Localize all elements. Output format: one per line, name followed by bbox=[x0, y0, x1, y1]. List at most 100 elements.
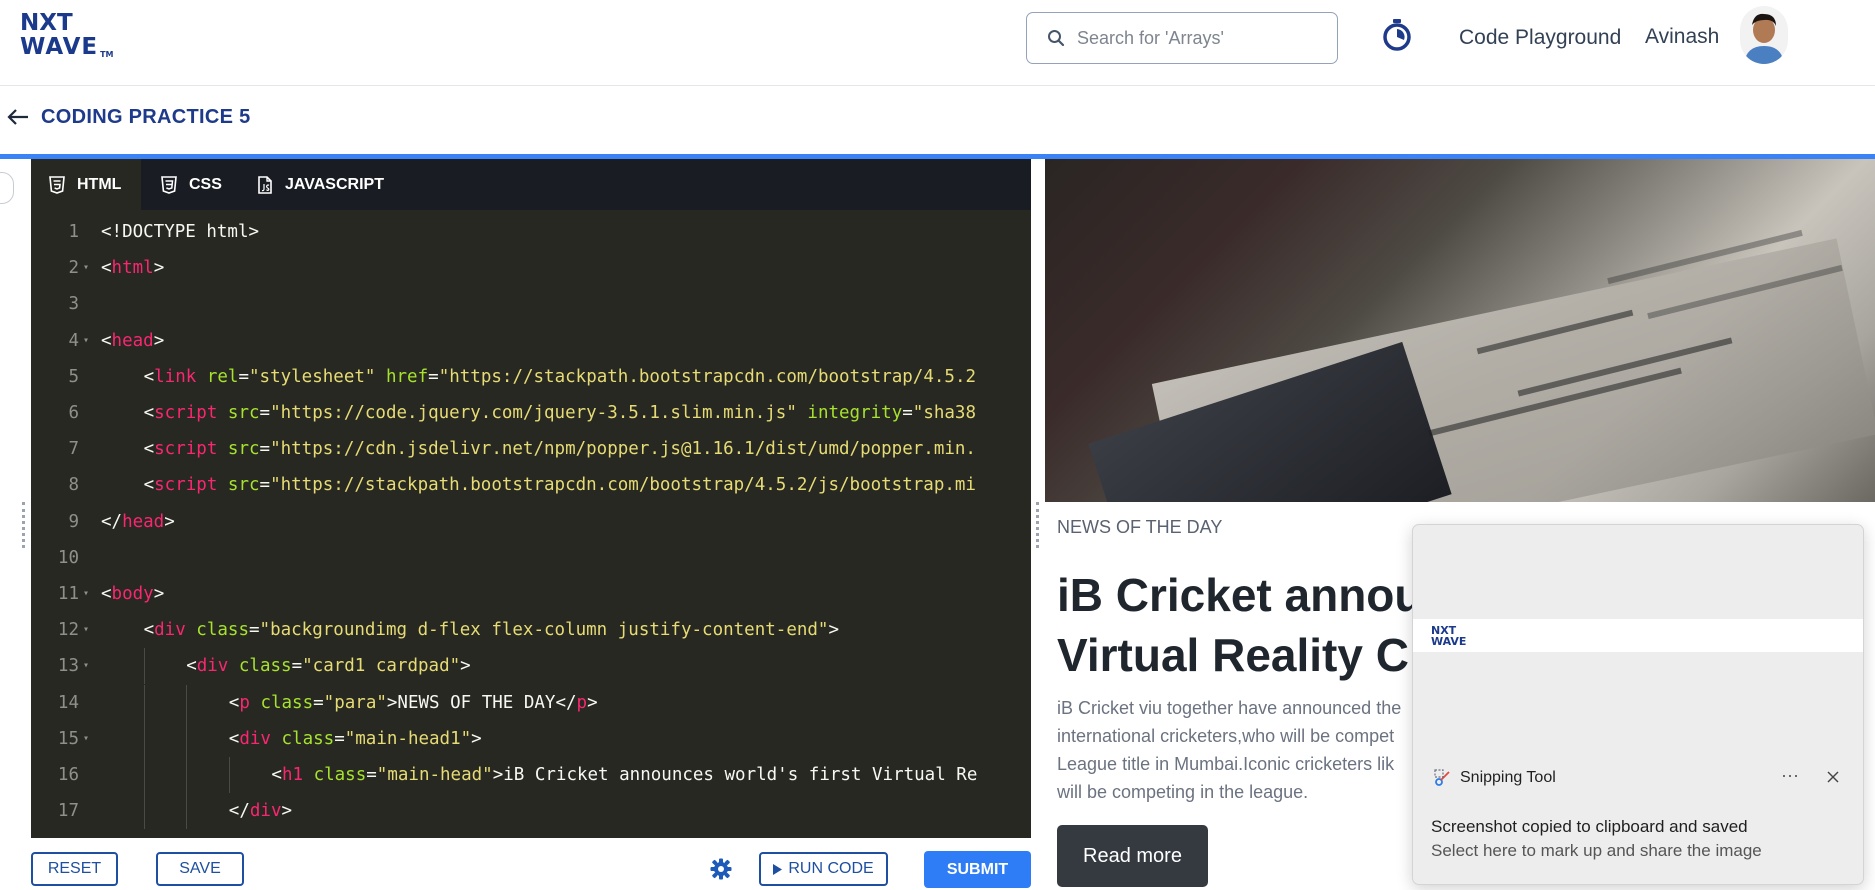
line-number: 5 bbox=[68, 366, 79, 387]
avatar-image bbox=[1740, 6, 1788, 64]
code-text: <link rel="stylesheet" href="https://sta… bbox=[143, 366, 977, 387]
submit-button[interactable]: SUBMIT bbox=[924, 851, 1031, 888]
code-line[interactable]: 4 ▾ <head> bbox=[31, 323, 1031, 359]
code-text: <head> bbox=[101, 330, 165, 351]
code-text: <script src="https://cdn.jsdelivr.net/np… bbox=[143, 439, 976, 460]
code-line[interactable]: 12 ▾ <div class="backgroundimg d-flex flex… bbox=[31, 612, 1031, 648]
code-line[interactable]: 13 ▾ <div class="card1 cardpad"> bbox=[31, 648, 1031, 685]
snipping-tool-notification[interactable]: NXT WAVE Snipping Tool ··· Screenshot co… bbox=[1412, 524, 1864, 885]
tab-html[interactable]: HTML bbox=[31, 159, 141, 210]
code-line[interactable]: 3 bbox=[31, 286, 1031, 322]
newspaper-hero-image bbox=[1045, 159, 1875, 502]
tab-css[interactable]: CSS bbox=[161, 159, 251, 210]
code-line[interactable]: 17 </div> bbox=[31, 793, 1031, 830]
toast-app-name: Snipping Tool bbox=[1460, 769, 1556, 786]
line-number: 6 bbox=[68, 403, 79, 423]
line-number: 12 bbox=[57, 620, 79, 641]
line-number: 13 bbox=[57, 656, 79, 677]
code-text: <div class="main-head1"> bbox=[228, 728, 482, 749]
logo-tm: TM bbox=[100, 50, 114, 59]
html5-icon bbox=[49, 175, 65, 194]
line-number: 7 bbox=[68, 439, 79, 460]
code-text: </div> bbox=[228, 801, 293, 822]
tab-css-label: CSS bbox=[189, 175, 222, 193]
code-text: </head> bbox=[101, 511, 175, 532]
css3-icon bbox=[161, 175, 177, 194]
run-code-button[interactable]: RUN CODE bbox=[759, 852, 888, 886]
editor-tabs: HTML CSS JAVASCRIPT bbox=[31, 159, 1031, 210]
save-button[interactable]: SAVE bbox=[156, 852, 244, 886]
line-number: 17 bbox=[57, 801, 79, 822]
line-number: 4 bbox=[68, 330, 79, 351]
left-resize-handle[interactable] bbox=[22, 502, 26, 548]
tab-javascript[interactable]: JAVASCRIPT bbox=[257, 159, 417, 210]
code-line[interactable]: 8 <script src="https://stackpath.bootstra… bbox=[31, 467, 1031, 503]
code-text: <body> bbox=[101, 584, 165, 604]
read-more-button[interactable]: Read more bbox=[1057, 825, 1208, 887]
run-code-label: RUN CODE bbox=[788, 860, 874, 877]
fold-toggle-icon[interactable]: ▾ bbox=[83, 721, 89, 757]
code-text: <h1 class="main-head">iB Cricket announc… bbox=[271, 765, 978, 785]
close-icon[interactable] bbox=[1826, 770, 1840, 784]
code-text: <p class="para">NEWS OF THE DAY</p> bbox=[228, 692, 598, 713]
code-line[interactable]: 6 <script src="https://code.jquery.com/jq… bbox=[31, 395, 1031, 431]
logo-wave-text: WAVE bbox=[20, 34, 99, 60]
screenshot-thumbnail[interactable] bbox=[1413, 619, 1863, 652]
code-line[interactable]: 9 </head> bbox=[31, 504, 1031, 540]
code-line[interactable]: 15 ▾ <div class="main-head1"> bbox=[31, 720, 1031, 757]
code-editor[interactable]: HTML CSS JAVASCRIPT 1 <!DOCTYPE html> 2 ▾ <h… bbox=[31, 159, 1031, 838]
code-line[interactable]: 16 <h1 class="main-head">iB Cricket annou… bbox=[31, 757, 1031, 793]
toast-subtitle: Select here to mark up and share the ima… bbox=[1431, 841, 1762, 860]
line-number: 10 bbox=[57, 547, 79, 568]
stopwatch-icon[interactable] bbox=[1382, 18, 1412, 52]
reset-button[interactable]: RESET bbox=[31, 852, 118, 886]
code-line[interactable]: 5 <link rel="stylesheet" href="https://st… bbox=[31, 359, 1031, 395]
side-collapse-toggle[interactable] bbox=[0, 172, 14, 204]
more-options-icon[interactable]: ··· bbox=[1781, 765, 1799, 786]
code-line[interactable]: 11 ▾ <body> bbox=[31, 576, 1031, 612]
code-text: <html> bbox=[101, 258, 165, 279]
line-number: 3 bbox=[68, 294, 79, 315]
code-line[interactable]: 1 <!DOCTYPE html> bbox=[31, 214, 1031, 250]
line-number: 1 bbox=[68, 222, 79, 242]
code-text: <div class="card1 cardpad"> bbox=[186, 656, 471, 677]
tab-javascript-label: JAVASCRIPT bbox=[285, 175, 384, 193]
line-number: 15 bbox=[57, 728, 79, 749]
top-navbar: NXT WAVE TM Search for 'Arrays' Code Play… bbox=[0, 0, 1875, 86]
fold-toggle-icon[interactable]: ▾ bbox=[83, 250, 89, 286]
split-resize-handle[interactable] bbox=[1036, 502, 1040, 548]
fold-toggle-icon[interactable]: ▾ bbox=[83, 612, 89, 648]
code-line[interactable]: 10 bbox=[31, 540, 1031, 576]
search-icon bbox=[1048, 30, 1065, 47]
line-number: 8 bbox=[68, 475, 79, 496]
user-name[interactable]: Avinash bbox=[1645, 25, 1719, 49]
line-number: 11 bbox=[57, 584, 79, 604]
fold-toggle-icon[interactable]: ▾ bbox=[83, 323, 89, 359]
code-text: <script src="https://code.jquery.com/jqu… bbox=[143, 403, 976, 423]
search-input[interactable]: Search for 'Arrays' bbox=[1026, 12, 1338, 64]
avatar[interactable] bbox=[1740, 6, 1788, 64]
code-text: <div class="backgroundimg d-flex flex-co… bbox=[143, 620, 840, 641]
logo-line-2: WAVE TM bbox=[20, 36, 120, 59]
code-playground-link[interactable]: Code Playground bbox=[1459, 26, 1621, 50]
code-line[interactable]: 14 <p class="para">NEWS OF THE DAY</p> bbox=[31, 684, 1031, 721]
search-placeholder: Search for 'Arrays' bbox=[1077, 27, 1224, 48]
thumbnail-logo-line-2: WAVE bbox=[1431, 635, 1467, 648]
toast-title: Screenshot copied to clipboard and saved bbox=[1431, 817, 1748, 836]
news-of-the-day-label: NEWS OF THE DAY bbox=[1057, 517, 1223, 537]
play-icon bbox=[773, 863, 783, 875]
snipping-tool-icon bbox=[1434, 769, 1450, 786]
nxtwave-logo[interactable]: NXT WAVE TM bbox=[20, 12, 120, 62]
back-arrow-icon[interactable] bbox=[6, 107, 30, 127]
gear-icon[interactable] bbox=[710, 858, 732, 880]
code-line[interactable]: 7 <script src="https://cdn.jsdelivr.net/n… bbox=[31, 431, 1031, 467]
line-number: 16 bbox=[57, 765, 79, 785]
code-text: <script src="https://stackpath.bootstrap… bbox=[143, 475, 976, 496]
thumbnail-logo: NXT WAVE bbox=[1431, 625, 1466, 647]
tab-html-label: HTML bbox=[77, 175, 122, 193]
line-number: 2 bbox=[68, 258, 79, 279]
fold-toggle-icon[interactable]: ▾ bbox=[83, 648, 89, 684]
logo-line-1: NXT bbox=[20, 10, 73, 36]
code-line[interactable]: 2 ▾ <html> bbox=[31, 250, 1031, 286]
fold-toggle-icon[interactable]: ▾ bbox=[83, 576, 89, 612]
